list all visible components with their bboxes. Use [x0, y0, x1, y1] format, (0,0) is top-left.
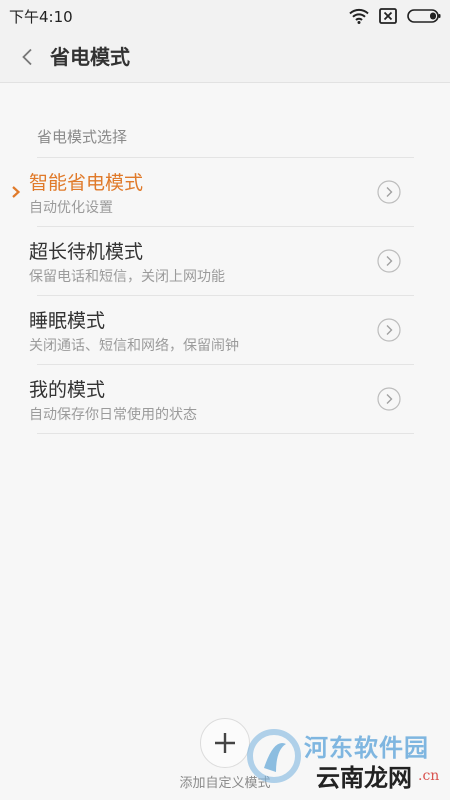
battery-icon: [407, 9, 441, 23]
add-custom-mode-button[interactable]: [200, 718, 250, 768]
status-icons: [349, 7, 441, 25]
status-bar: 下午4:10: [0, 0, 450, 32]
selected-chevron-icon: [12, 186, 21, 198]
sim-missing-icon: [379, 8, 397, 24]
mode-description: 关闭通话、短信和网络，保留闹钟: [29, 338, 239, 354]
app-header: 省电模式: [0, 32, 450, 83]
watermark-bottom-text: 云南龙网: [316, 763, 412, 792]
watermark-domain: .cn: [418, 768, 440, 784]
divider: [37, 433, 414, 434]
plus-icon: [215, 733, 235, 753]
mode-item-custom[interactable]: 我的模式 自动保存你日常使用的状态: [0, 365, 450, 434]
chevron-left-icon: [22, 48, 32, 66]
back-button[interactable]: [14, 44, 40, 70]
detail-arrow-icon[interactable]: [377, 318, 401, 342]
mode-description: 自动优化设置: [29, 200, 113, 216]
mode-title: 我的模式: [29, 379, 106, 401]
mode-item-smart[interactable]: 智能省电模式 自动优化设置: [0, 158, 450, 227]
mode-item-sleep[interactable]: 睡眠模式 关闭通话、短信和网络，保留闹钟: [0, 296, 450, 365]
page-title: 省电模式: [50, 45, 130, 69]
watermark: 河东软件园 云南龙网 .cn: [246, 726, 446, 794]
detail-arrow-icon[interactable]: [377, 249, 401, 273]
mode-title: 智能省电模式: [29, 172, 144, 194]
mode-title: 睡眠模式: [29, 310, 106, 332]
detail-arrow-icon[interactable]: [377, 387, 401, 411]
watermark-logo-icon: [247, 729, 301, 783]
mode-list: 智能省电模式 自动优化设置 超长待机模式 保留电话和短信，关闭上网功能 睡眠模式…: [0, 158, 450, 434]
status-time: 下午4:10: [9, 8, 73, 26]
mode-item-standby[interactable]: 超长待机模式 保留电话和短信，关闭上网功能: [0, 227, 450, 296]
detail-arrow-icon[interactable]: [377, 180, 401, 204]
section-header: 省电模式选择: [37, 128, 128, 146]
mode-title: 超长待机模式: [29, 241, 144, 263]
wifi-icon: [349, 8, 369, 24]
screen: 下午4:10 省电模式 省电模式选择 智能省电模式 自动优化设置 超长待机模式 …: [0, 0, 450, 800]
mode-description: 自动保存你日常使用的状态: [29, 407, 197, 423]
mode-description: 保留电话和短信，关闭上网功能: [29, 269, 225, 285]
